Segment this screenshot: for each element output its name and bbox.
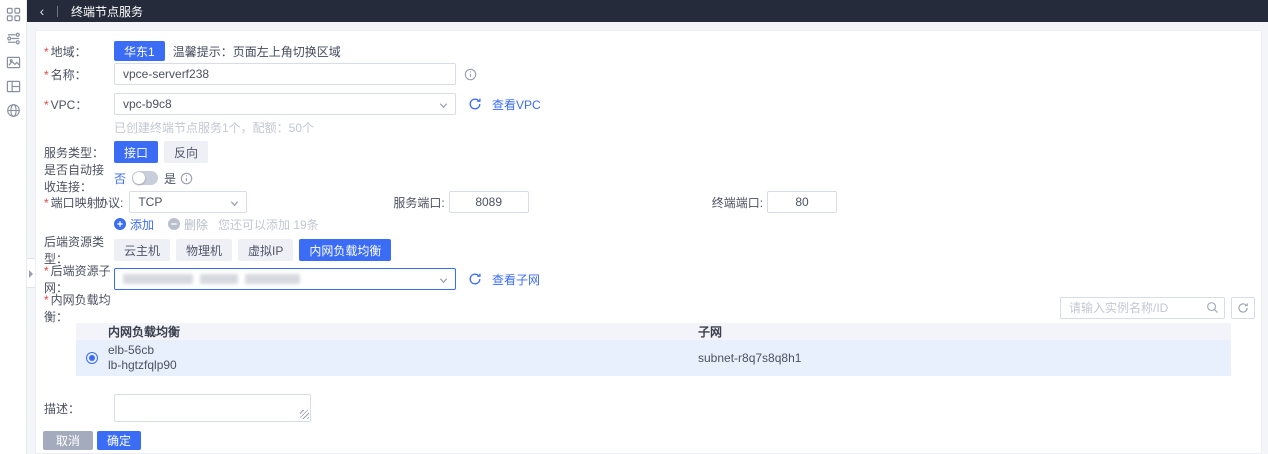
elb-row-radio[interactable] — [86, 352, 98, 364]
header-divider — [57, 5, 58, 17]
redacted-value — [200, 274, 238, 284]
remove-circle-icon — [168, 218, 181, 230]
elb-table-header: 内网负载均衡 子网 — [76, 323, 1231, 340]
confirm-button[interactable]: 确定 — [97, 430, 141, 450]
add-port-mapping[interactable]: 添加 — [114, 216, 154, 233]
toggle-knob — [133, 172, 146, 184]
page-header: ‹ 终端节点服务 — [27, 0, 1268, 22]
service-port-input[interactable] — [448, 191, 529, 213]
chevron-down-icon — [439, 276, 448, 285]
view-vpc-link[interactable]: 查看VPC — [492, 96, 541, 113]
image-icon[interactable] — [6, 55, 21, 70]
elb-column-header: 内网负载均衡 — [108, 325, 181, 339]
protocol-select-value: TCP — [138, 195, 163, 209]
description-row: 描述： — [44, 394, 1255, 422]
elb-row: * 内网负载均衡： — [44, 293, 1255, 324]
workflow-icon[interactable] — [6, 31, 21, 46]
search-icon[interactable] — [1206, 301, 1219, 314]
elb-table-row[interactable]: elb-56cb lb-hgtzfqlp90 subnet-r8q7s8q8h1 — [76, 340, 1231, 376]
info-icon[interactable] — [464, 68, 477, 81]
elb-search-input[interactable] — [1060, 297, 1225, 319]
name-input[interactable] — [114, 63, 456, 85]
back-button[interactable]: ‹ — [27, 0, 57, 22]
vpc-label: * VPC： — [44, 97, 88, 112]
add-circle-icon — [114, 218, 126, 230]
globe-icon[interactable] — [6, 103, 21, 118]
service-type-option-reverse[interactable]: 反向 — [164, 141, 209, 163]
refresh-vpc-icon[interactable] — [468, 97, 482, 111]
refresh-list-button[interactable] — [1231, 297, 1255, 319]
protocol-label: 协议: — [96, 195, 124, 210]
refresh-subnet-icon[interactable] — [468, 272, 482, 286]
remove-port-mapping[interactable]: 删除 — [168, 216, 208, 233]
service-type-label: 服务类型： — [44, 145, 105, 160]
region-button[interactable]: 华东1 — [114, 41, 165, 61]
service-port-label: 服务端口: — [393, 195, 445, 210]
backend-type-option-bms[interactable]: 物理机 — [176, 239, 233, 261]
vpc-select-value: vpc-b9c8 — [123, 97, 172, 111]
backend-type-option-elb[interactable]: 内网负载均衡 — [299, 239, 392, 261]
backend-type-row: 后端资源类型： 云主机 物理机 虚拟IP 内网负载均衡 — [44, 235, 1255, 266]
elb-name: elb-56cb — [108, 343, 155, 357]
page-title: 终端节点服务 — [71, 4, 144, 19]
endpoint-port-input[interactable] — [767, 191, 838, 213]
chevron-down-icon — [230, 199, 239, 208]
form-actions: 取消 确定 — [43, 430, 1255, 450]
backend-subnet-row: * 后端资源子网： 查看子网 — [44, 264, 1255, 295]
elb-label: * 内网负载均衡： — [44, 293, 111, 324]
backend-type-option-ecs[interactable]: 云主机 — [114, 239, 171, 261]
resize-handle-icon[interactable] — [300, 410, 309, 419]
protocol-select[interactable]: TCP — [129, 191, 248, 213]
form-card: *地域： 华东1 温馨提示：页面左上角切换区域 *名称： *VPC： vpc-b… — [35, 30, 1262, 454]
auto-accept-label: 是否自动接收连接： — [44, 163, 105, 194]
layout-icon[interactable] — [6, 79, 21, 94]
auto-accept-yes-label: 是 — [164, 171, 177, 186]
elb-name-cell: elb-56cb lb-hgtzfqlp90 — [108, 343, 698, 373]
backend-subnet-select[interactable] — [114, 268, 456, 290]
vpc-row: * VPC： vpc-b9c8 查看VPC — [44, 93, 1255, 115]
service-type-row: 服务类型： 接口 反向 — [44, 141, 1255, 163]
chevron-down-icon — [439, 101, 448, 110]
apps-grid-icon[interactable] — [6, 7, 21, 22]
auto-accept-no-label: 否 — [114, 171, 127, 186]
elb-id: lb-hgtzfqlp90 — [108, 358, 177, 372]
page-background: *地域： 华东1 温馨提示：页面左上角切换区域 *名称： *VPC： vpc-b… — [27, 22, 1268, 454]
left-nav-rail — [0, 0, 27, 454]
info-icon[interactable] — [180, 172, 193, 185]
remove-label: 删除 — [184, 217, 209, 232]
view-subnet-link[interactable]: 查看子网 — [492, 271, 540, 288]
name-label: * 名称： — [44, 67, 87, 82]
vpc-select[interactable]: vpc-b9c8 — [114, 93, 456, 115]
port-mapping-actions: 添加 删除 您还可以添加 19条 — [44, 216, 1255, 233]
description-textarea[interactable] — [114, 394, 311, 422]
auto-accept-row: 是否自动接收连接： 否 是 — [44, 163, 1255, 194]
subnet-column-header: 子网 — [698, 325, 723, 339]
port-mapping-row: *端口映射： 协议: TCP 服务端口: 终端端口: — [44, 191, 1255, 213]
add-label: 添加 — [130, 217, 155, 232]
vpc-quota-hint: 已创建终端节点服务1个，配额：50个 — [114, 121, 315, 135]
region-row: * 地域： 华东1 温馨提示：页面左上角切换区域 — [44, 41, 1255, 61]
region-tip: 温馨提示：页面左上角切换区域 — [172, 44, 341, 59]
redacted-value — [245, 274, 300, 284]
elb-table: 内网负载均衡 子网 elb-56cb lb-hgtzfqlp90 subnet-… — [76, 323, 1231, 376]
description-label: 描述： — [44, 401, 81, 416]
remaining-quota-text: 您还可以添加 19条 — [218, 217, 319, 232]
backend-type-option-vip[interactable]: 虚拟IP — [238, 239, 294, 261]
region-label: * 地域： — [44, 44, 87, 59]
elb-subnet-cell: subnet-r8q7s8q8h1 — [698, 351, 802, 365]
auto-accept-toggle[interactable] — [132, 171, 159, 185]
redacted-value — [123, 274, 193, 284]
cancel-button[interactable]: 取消 — [43, 430, 93, 450]
name-row: * 名称： — [44, 63, 1255, 85]
service-type-option-interface[interactable]: 接口 — [114, 141, 159, 163]
endpoint-port-label: 终端端口: — [711, 195, 764, 210]
